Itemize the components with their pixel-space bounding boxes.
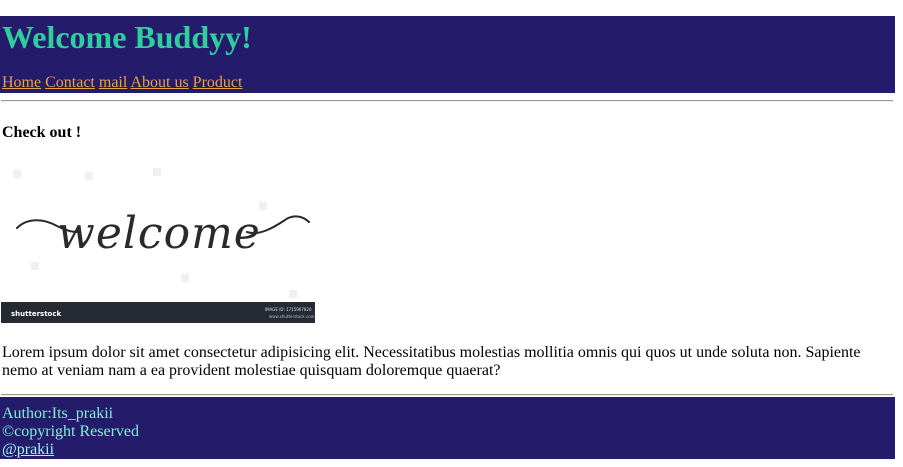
site-footer: Author:Its_prakii ©copyright Reserved @p… <box>0 397 895 459</box>
divider-top <box>1 100 893 102</box>
footer-copyright: ©copyright Reserved <box>2 423 140 440</box>
watermark-image-id: IMAGE ID: 1715967820 <box>265 307 312 312</box>
site-title: Welcome Buddyy! <box>2 19 252 55</box>
divider-bottom <box>1 394 893 396</box>
watermark-site: www.shutterstock.com <box>269 314 315 319</box>
section-heading: Check out ! <box>2 124 82 141</box>
site-header: Welcome Buddyy! Home Contact mail About … <box>0 16 895 93</box>
footer-author: Author:Its_prakii <box>2 405 114 422</box>
nav-link-about-us[interactable]: About us <box>130 74 188 91</box>
nav-link-product[interactable]: Product <box>193 74 243 91</box>
welcome-script-text: welcome <box>57 208 261 259</box>
watermark-brand: shutterstock <box>11 310 61 318</box>
watermark-bar: shutterstock IMAGE ID: 1715967820 www.sh… <box>1 302 315 323</box>
welcome-image: welcome shutterstock IMAGE ID: 171596782… <box>1 162 315 323</box>
lorem-paragraph: Lorem ipsum dolor sit amet consectetur a… <box>2 344 861 379</box>
page: Welcome Buddyy! Home Contact mail About … <box>0 0 903 467</box>
welcome-image-graphic: welcome <box>13 168 310 298</box>
footer-handle-link[interactable]: @prakii <box>2 441 54 459</box>
nav-link-home[interactable]: Home <box>2 74 41 91</box>
watermark-bar-text: shutterstock IMAGE ID: 1715967820 www.sh… <box>11 307 315 319</box>
nav-link-mail[interactable]: mail <box>99 74 127 91</box>
main-nav: Home Contact mail About us Product <box>2 74 242 92</box>
nav-link-contact[interactable]: Contact <box>45 74 95 91</box>
